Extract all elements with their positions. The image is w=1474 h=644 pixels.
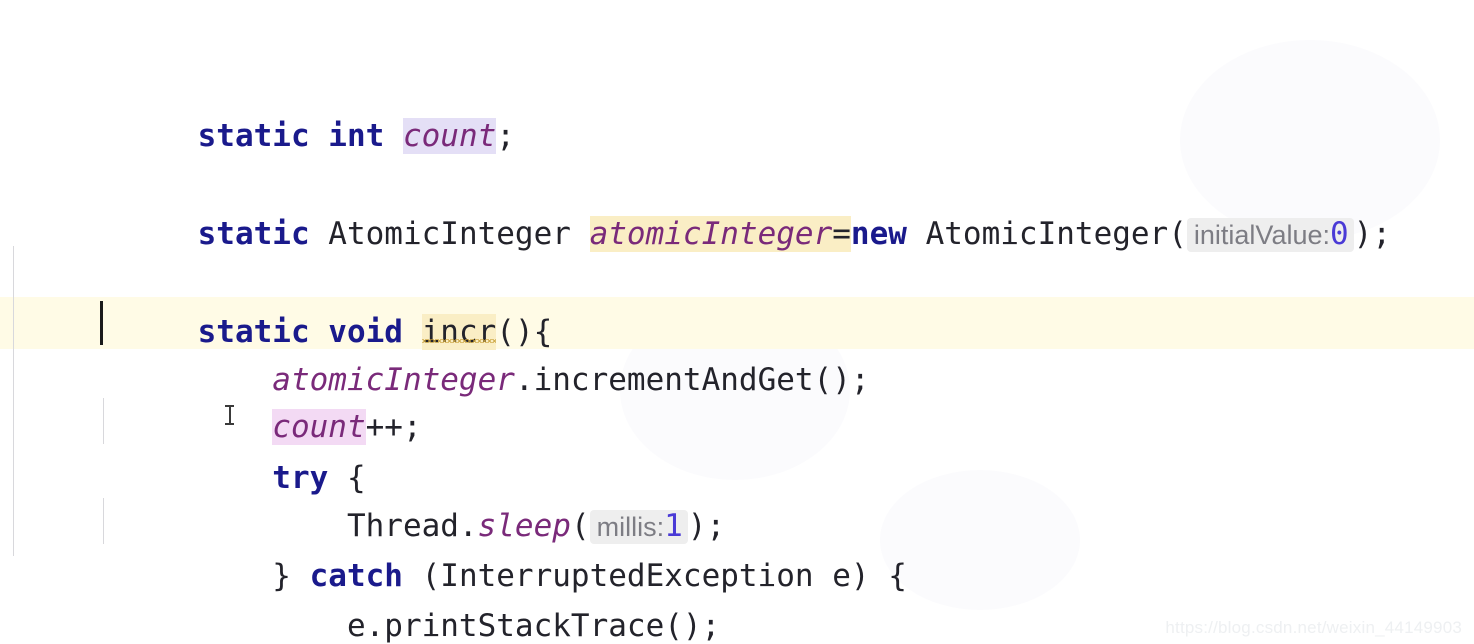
code-line-10[interactable]: } — [0, 546, 1474, 598]
code-line-6[interactable]: try { — [0, 348, 1474, 496]
text-caret — [100, 301, 103, 345]
code-editor-canvas[interactable]: static int count; static AtomicInteger a… — [0, 0, 1474, 644]
code-line-9[interactable]: e.printStackTrace(); — [0, 496, 1474, 644]
code-line-5[interactable]: count++; — [0, 297, 1474, 445]
mouse-ibeam-cursor — [224, 404, 235, 426]
code-line-2[interactable]: static AtomicInteger atomicInteger=new A… — [0, 104, 1474, 252]
code-line-7[interactable]: Thread.sleep(millis:1); — [0, 396, 1474, 544]
csdn-watermark: https://blog.csdn.net/weixin_44149903 — [1165, 618, 1462, 637]
code-line-3[interactable]: static void incr(){ — [0, 202, 1474, 350]
code-line-8[interactable]: } catch (InterruptedException e) { — [0, 446, 1474, 594]
code-line-1[interactable]: static int count; — [0, 6, 1474, 154]
code-line-4[interactable]: atomicInteger.incrementAndGet(); — [0, 250, 1474, 398]
